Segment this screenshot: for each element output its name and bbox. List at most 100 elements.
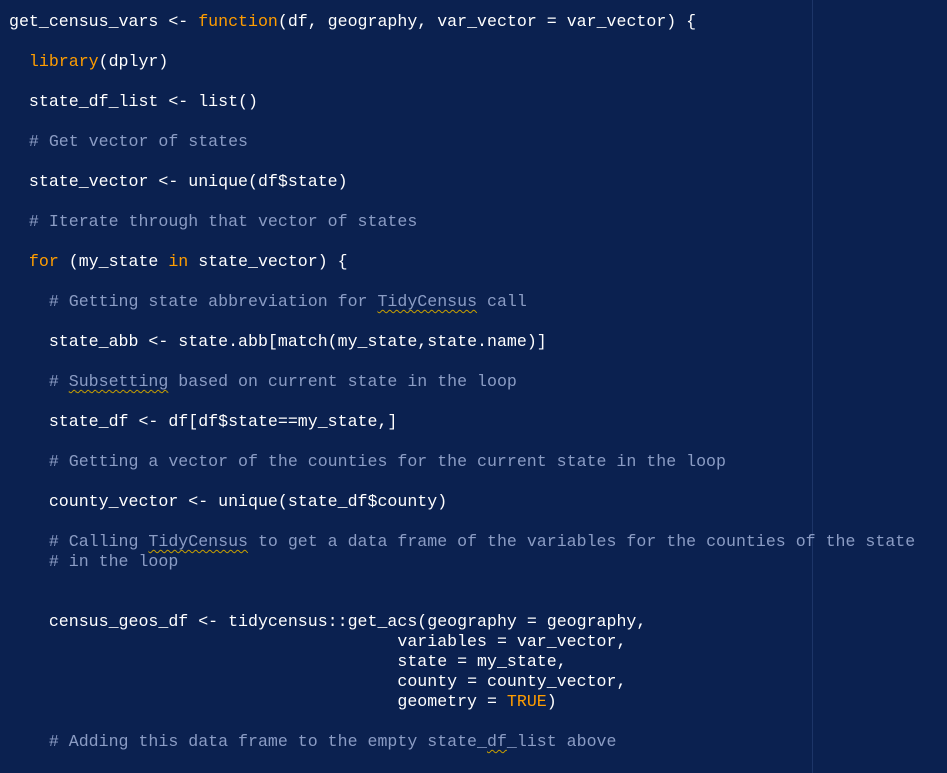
code-token: <- xyxy=(188,492,209,511)
code-token: TRUE xyxy=(506,692,547,711)
code-token: <- xyxy=(138,412,159,431)
code-line[interactable]: state_df <- df[df$state==my_state,] xyxy=(9,412,915,432)
code-token: county_vector xyxy=(9,492,189,511)
code-line[interactable]: library(dplyr) xyxy=(9,52,915,72)
code-token: state_vector) { xyxy=(188,252,348,271)
code-line[interactable]: state = my_state, xyxy=(9,652,915,672)
code-line[interactable] xyxy=(9,112,915,132)
code-line[interactable] xyxy=(9,272,915,292)
code-line[interactable]: # Getting a vector of the counties for t… xyxy=(9,452,915,472)
code-line[interactable]: county_vector <- unique(state_df$county) xyxy=(9,492,915,512)
code-line[interactable]: # Calling TidyCensus to get a data frame… xyxy=(9,532,915,552)
code-line[interactable] xyxy=(9,32,915,52)
code-line[interactable] xyxy=(9,572,915,592)
code-token: = xyxy=(546,12,557,31)
code-line[interactable]: state_vector <- unique(df$state) xyxy=(9,172,915,192)
code-token: for xyxy=(28,252,59,271)
code-line[interactable]: geometry = TRUE) xyxy=(9,692,915,712)
code-token: unique(df$state) xyxy=(178,172,348,191)
code-token: <- xyxy=(198,612,219,631)
code-line[interactable] xyxy=(9,512,915,532)
code-line[interactable]: state_df_list <- list() xyxy=(9,92,915,112)
code-token: = xyxy=(467,672,478,691)
code-token: df[df$state xyxy=(158,412,278,431)
code-line[interactable] xyxy=(9,472,915,492)
code-token: # Adding this data frame to the empty st… xyxy=(9,732,487,751)
spelling-squiggle-token: Subsetting xyxy=(68,372,169,391)
code-line[interactable] xyxy=(9,712,915,732)
code-token: state xyxy=(9,652,458,671)
code-line[interactable] xyxy=(9,312,915,332)
code-token: <- xyxy=(158,172,179,191)
code-token: state_abb xyxy=(9,332,149,351)
code-token: <- xyxy=(168,12,189,31)
code-editor[interactable]: get_census_vars <- function(df, geograph… xyxy=(0,0,947,773)
code-token: variables xyxy=(9,632,497,651)
code-line[interactable] xyxy=(9,232,915,252)
code-token: # Calling xyxy=(9,532,149,551)
code-token: state_df_list xyxy=(9,92,169,111)
code-token: == xyxy=(277,412,298,431)
code-token: geography, xyxy=(536,612,647,631)
code-token: var_vector) { xyxy=(556,12,697,31)
code-line[interactable]: # Iterate through that vector of states xyxy=(9,212,915,232)
code-token: county xyxy=(9,672,468,691)
code-token: <- xyxy=(148,332,169,351)
code-line[interactable] xyxy=(9,152,915,172)
code-line[interactable]: get_census_vars <- function(df, geograph… xyxy=(9,12,915,32)
code-token: get_census_vars xyxy=(9,12,169,31)
code-token: (dplyr) xyxy=(98,52,169,71)
code-token: (df, geography, var_vector xyxy=(277,12,547,31)
code-line[interactable]: county = county_vector, xyxy=(9,672,915,692)
code-token: # Iterate through that vector of states xyxy=(9,212,418,231)
code-line[interactable]: census_geos_df <- tidycensus::get_acs(ge… xyxy=(9,612,915,632)
code-line[interactable]: # in the loop xyxy=(9,552,915,572)
code-line[interactable] xyxy=(9,432,915,452)
code-token: = xyxy=(526,612,537,631)
code-line[interactable] xyxy=(9,392,915,412)
code-token: # Getting a vector of the counties for t… xyxy=(9,452,726,471)
code-line[interactable]: # Subsetting based on current state in t… xyxy=(9,372,915,392)
code-token: state_vector xyxy=(9,172,159,191)
code-token: _list above xyxy=(506,732,617,751)
code-token: state_df xyxy=(9,412,139,431)
code-token: <- xyxy=(168,92,189,111)
code-token: var_vector, xyxy=(506,632,627,651)
code-line[interactable]: state_abb <- state.abb[match(my_state,st… xyxy=(9,332,915,352)
code-line[interactable] xyxy=(9,352,915,372)
code-line[interactable]: # Getting state abbreviation for TidyCen… xyxy=(9,292,915,312)
code-token: = xyxy=(457,652,468,671)
code-token: list() xyxy=(188,92,258,111)
code-line[interactable] xyxy=(9,192,915,212)
spelling-squiggle-token: df xyxy=(486,732,507,751)
code-token: # Getting state abbreviation for xyxy=(9,292,378,311)
code-token: call xyxy=(477,292,527,311)
code-line[interactable] xyxy=(9,72,915,92)
code-token: in xyxy=(168,252,189,271)
code-token: tidycensus::get_acs(geography xyxy=(218,612,527,631)
spelling-squiggle-token: TidyCensus xyxy=(148,532,249,551)
code-line[interactable]: for (my_state in state_vector) { xyxy=(9,252,915,272)
code-line[interactable]: # Adding this data frame to the empty st… xyxy=(9,732,915,752)
code-content[interactable]: get_census_vars <- function(df, geograph… xyxy=(9,12,915,752)
code-token: based on current state in the loop xyxy=(168,372,517,391)
code-token: ) xyxy=(546,692,557,711)
code-token: state.abb[match(my_state,state.name)] xyxy=(168,332,547,351)
code-token: = xyxy=(496,632,507,651)
code-token: # in the loop xyxy=(9,552,179,571)
code-token: my_state,] xyxy=(297,412,398,431)
code-token: to get a data frame of the variables for… xyxy=(248,532,916,551)
code-token: function xyxy=(198,12,278,31)
code-token: county_vector, xyxy=(477,672,627,691)
code-token: library xyxy=(28,52,99,71)
code-token: census_geos_df xyxy=(9,612,199,631)
code-token: my_state, xyxy=(467,652,567,671)
code-line[interactable]: variables = var_vector, xyxy=(9,632,915,652)
code-line[interactable]: # Get vector of states xyxy=(9,132,915,152)
code-line[interactable] xyxy=(9,592,915,612)
code-token: # xyxy=(9,372,69,391)
